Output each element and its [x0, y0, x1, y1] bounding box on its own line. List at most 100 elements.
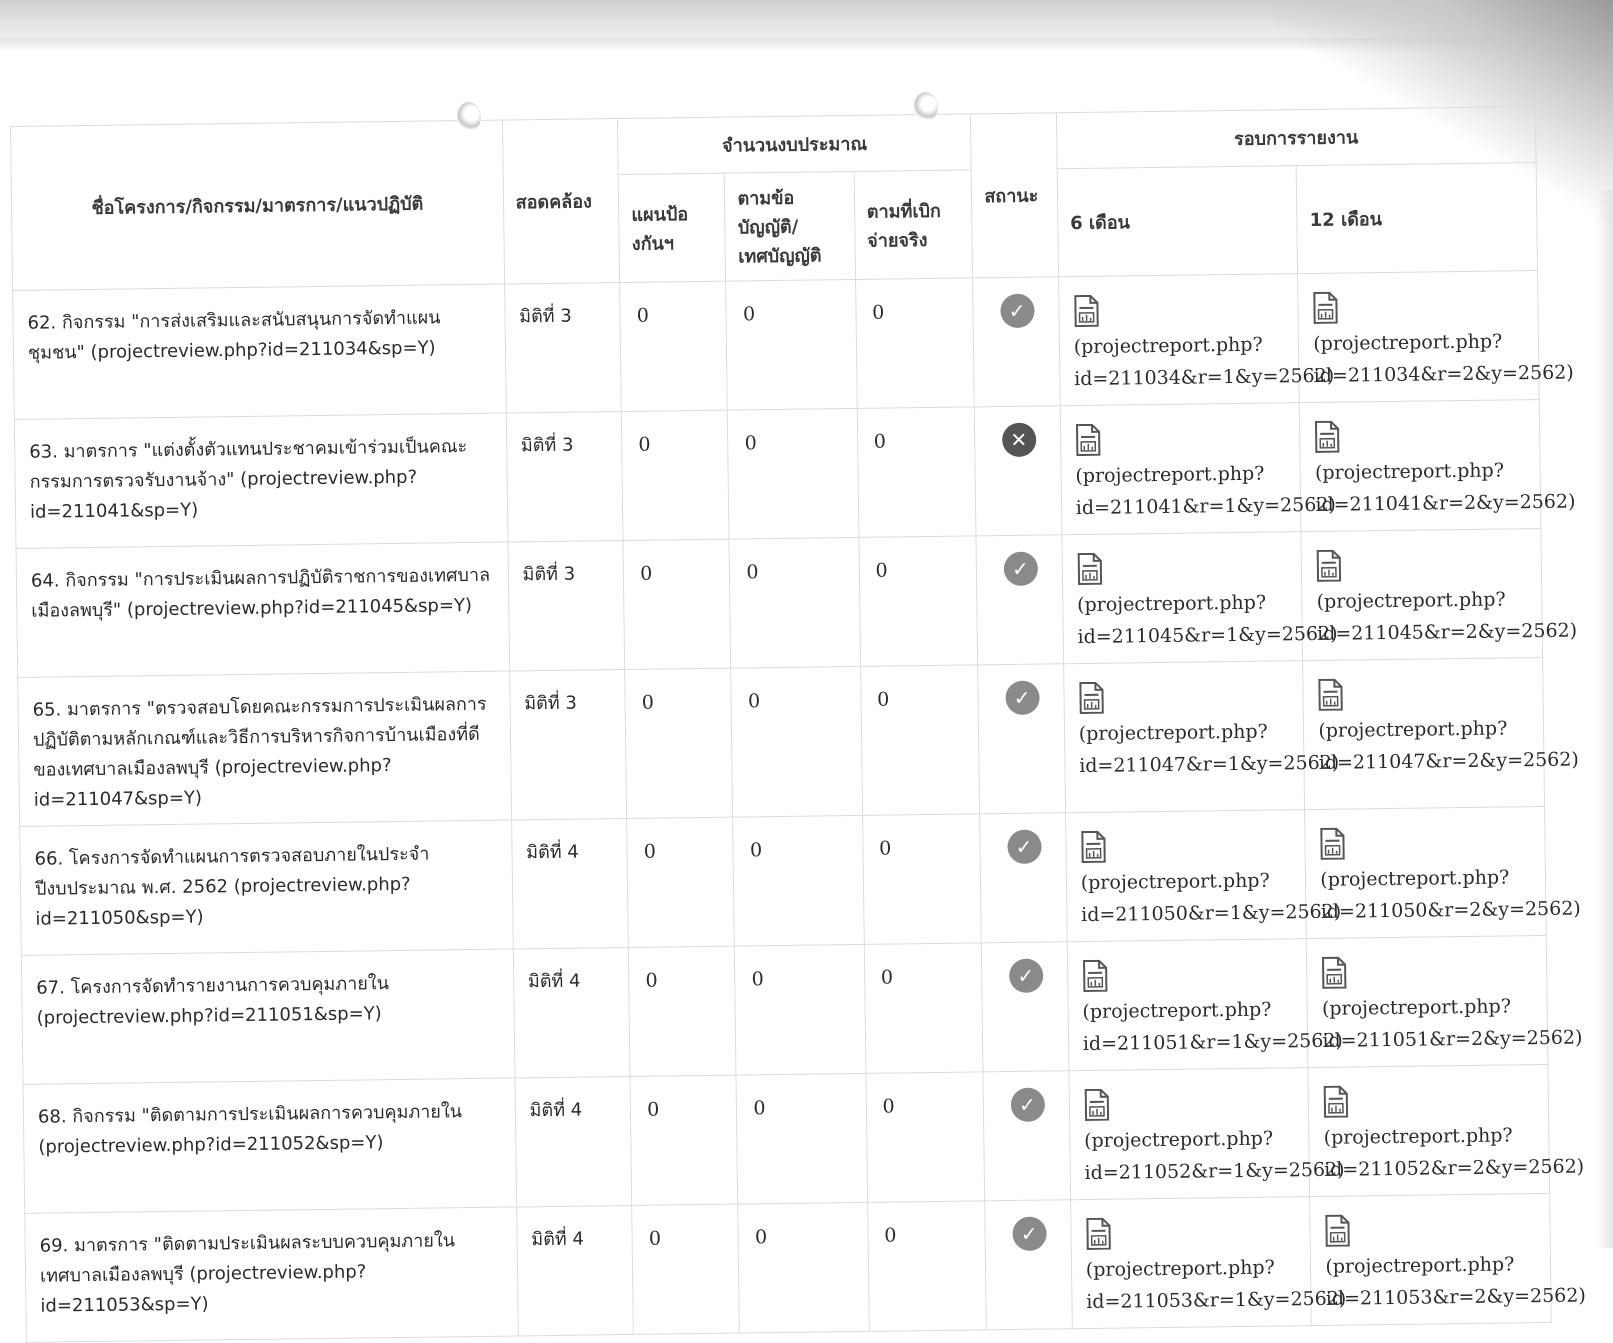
report-6-link[interactable]: (projectreport.php?id=211047&r=1&y=2562): [1079, 721, 1340, 777]
report-6-month[interactable]: (projectreport.php?id=211045&r=1&y=2562): [1062, 532, 1303, 664]
budget-plan-value: 0: [620, 281, 728, 411]
report-12-link[interactable]: (projectreport.php?id=211045&r=2&y=2562): [1317, 588, 1578, 644]
status-cell: ✓: [976, 535, 1063, 665]
budget-plan-value: 0: [632, 1204, 740, 1334]
report-6-month[interactable]: (projectreport.php?id=211052&r=1&y=2562): [1069, 1068, 1310, 1200]
report-6-link[interactable]: (projectreport.php?id=211052&r=1&y=2562): [1084, 1128, 1345, 1184]
report-12-link[interactable]: (projectreport.php?id=211051&r=2&y=2562): [1322, 995, 1583, 1051]
status-cell: ✓: [983, 1071, 1070, 1201]
document-chart-icon[interactable]: [1085, 1218, 1111, 1250]
budget-plan-value: 0: [622, 410, 730, 540]
header-name: ชื่อโครงการ/กิจกรรม/มาตรการ/แนวปฏิบัติ: [11, 120, 505, 290]
report-12-month[interactable]: (projectreport.php?id=211050&r=2&y=2562): [1305, 806, 1546, 938]
document-chart-icon[interactable]: [1313, 292, 1339, 324]
status-cell: ✓: [985, 1200, 1072, 1330]
project-title[interactable]: 63. มาตรการ "แต่งตั้งตัวแทนประชาคมเข้าร่…: [14, 413, 507, 548]
document-chart-icon[interactable]: [1073, 295, 1099, 327]
dimension: มิติที่ 3: [509, 669, 627, 820]
status-cell: ✓: [980, 813, 1067, 943]
check-circle-icon: ✓: [1007, 830, 1041, 864]
table-row: 69. มาตรการ "ติดตามประเมินผลระบบควบคุมภา…: [25, 1193, 1552, 1342]
header-report-12: 12 เดือน: [1296, 163, 1537, 274]
document-chart-icon[interactable]: [1080, 831, 1106, 863]
document-chart-icon[interactable]: [1075, 424, 1101, 456]
report-12-month[interactable]: (projectreport.php?id=211052&r=2&y=2562): [1308, 1064, 1549, 1196]
budget-actual-value: 0: [860, 665, 980, 816]
project-title[interactable]: 67. โครงการจัดทำรายงานการควบคุมภายใน (pr…: [21, 949, 514, 1084]
header-budget-plan: แผนป้องกันฯ: [618, 173, 726, 282]
table-row: 62. กิจกรรม "การส่งเสริมและสนับสนุนการจั…: [13, 271, 1540, 420]
dimension: มิติที่ 4: [515, 1076, 632, 1207]
report-12-link[interactable]: (projectreport.php?id=211034&r=2&y=2562): [1313, 330, 1574, 386]
report-12-month[interactable]: (projectreport.php?id=211053&r=2&y=2562): [1310, 1193, 1551, 1325]
report-12-link[interactable]: (projectreport.php?id=211052&r=2&y=2562): [1324, 1124, 1585, 1180]
report-6-link[interactable]: (projectreport.php?id=211053&r=1&y=2562): [1086, 1257, 1347, 1313]
report-12-link[interactable]: (projectreport.php?id=211053&r=2&y=2562): [1325, 1253, 1586, 1309]
report-6-link[interactable]: (projectreport.php?id=211034&r=1&y=2562): [1074, 334, 1335, 390]
report-12-month[interactable]: (projectreport.php?id=211034&r=2&y=2562): [1298, 271, 1539, 403]
table-row: 67. โครงการจัดทำรายงานการควบคุมภายใน (pr…: [21, 935, 1548, 1084]
document-chart-icon[interactable]: [1314, 421, 1340, 453]
budget-law-value: 0: [735, 944, 866, 1075]
budget-law-value: 0: [726, 279, 857, 410]
report-6-link[interactable]: (projectreport.php?id=211050&r=1&y=2562): [1081, 870, 1342, 926]
check-circle-icon: ✓: [1012, 1217, 1046, 1251]
document-chart-icon[interactable]: [1318, 679, 1344, 711]
document-chart-icon[interactable]: [1078, 682, 1104, 714]
project-report-table: ชื่อโครงการ/กิจกรรม/มาตรการ/แนวปฏิบัติ ส…: [10, 106, 1552, 1343]
document-chart-icon[interactable]: [1083, 1089, 1109, 1121]
budget-actual-value: 0: [855, 278, 974, 409]
report-12-month[interactable]: (projectreport.php?id=211051&r=2&y=2562): [1307, 935, 1548, 1067]
report-12-link[interactable]: (projectreport.php?id=211047&r=2&y=2562): [1318, 717, 1579, 773]
budget-law-value: 0: [731, 666, 862, 817]
document-chart-icon[interactable]: [1325, 1215, 1351, 1247]
budget-law-value: 0: [733, 815, 864, 946]
report-12-link[interactable]: (projectreport.php?id=211050&r=2&y=2562): [1320, 866, 1581, 922]
budget-plan-value: 0: [630, 1075, 738, 1205]
dimension: มิติที่ 4: [516, 1205, 633, 1336]
report-6-month[interactable]: (projectreport.php?id=211050&r=1&y=2562): [1065, 810, 1306, 942]
report-6-month[interactable]: (projectreport.php?id=211034&r=1&y=2562): [1058, 274, 1299, 406]
budget-plan-value: 0: [625, 668, 733, 818]
header-consistent: สอดคล้อง: [502, 119, 620, 284]
status-cell: ✓: [982, 942, 1069, 1072]
project-title[interactable]: 62. กิจกรรม "การส่งเสริมและสนับสนุนการจั…: [13, 284, 506, 419]
check-circle-icon: ✓: [1003, 552, 1037, 586]
report-6-month[interactable]: (projectreport.php?id=211051&r=1&y=2562): [1067, 939, 1308, 1071]
budget-actual-value: 0: [864, 943, 983, 1074]
header-report-6: 6 เดือน: [1057, 166, 1298, 277]
dimension: มิติที่ 3: [508, 541, 625, 672]
report-12-month[interactable]: (projectreport.php?id=211041&r=2&y=2562): [1300, 400, 1541, 532]
check-circle-icon: ✓: [1005, 681, 1039, 715]
report-12-month[interactable]: (projectreport.php?id=211047&r=2&y=2562): [1303, 657, 1545, 809]
header-report-group: รอบการรายงาน: [1056, 107, 1536, 169]
budget-law-value: 0: [728, 408, 859, 539]
report-6-link[interactable]: (projectreport.php?id=211051&r=1&y=2562): [1082, 999, 1343, 1055]
dimension: มิติที่ 4: [513, 947, 630, 1078]
table-row: 65. มาตรการ "ตรวจสอบโดยคณะกรรมการประเมิน…: [18, 657, 1545, 826]
report-6-link[interactable]: (projectreport.php?id=211045&r=1&y=2562): [1077, 592, 1338, 648]
budget-law-value: 0: [738, 1202, 869, 1333]
table-row: 68. กิจกรรม "ติดตามการประเมินผลการควบคุม…: [23, 1064, 1550, 1213]
report-12-link[interactable]: (projectreport.php?id=211041&r=2&y=2562): [1315, 459, 1576, 515]
document-chart-icon[interactable]: [1076, 553, 1102, 585]
budget-law-value: 0: [729, 537, 860, 668]
project-title[interactable]: 69. มาตรการ "ติดตามประเมินผลระบบควบคุมภา…: [25, 1207, 518, 1342]
report-6-link[interactable]: (projectreport.php?id=211041&r=1&y=2562): [1075, 463, 1336, 519]
document-chart-icon[interactable]: [1320, 828, 1346, 860]
document-chart-icon[interactable]: [1321, 957, 1347, 989]
document-chart-icon[interactable]: [1323, 1086, 1349, 1118]
document-chart-icon[interactable]: [1316, 550, 1342, 582]
report-6-month[interactable]: (projectreport.php?id=211053&r=1&y=2562): [1070, 1197, 1311, 1329]
page-right-edge: [1595, 190, 1613, 1248]
budget-plan-value: 0: [623, 539, 731, 669]
report-12-month[interactable]: (projectreport.php?id=211045&r=2&y=2562): [1301, 528, 1542, 660]
project-title[interactable]: 64. กิจกรรม "การประเมินผลการปฏิบัติราชกา…: [16, 542, 509, 677]
budget-actual-value: 0: [862, 814, 981, 945]
report-6-month[interactable]: (projectreport.php?id=211041&r=1&y=2562): [1060, 403, 1301, 535]
project-title[interactable]: 65. มาตรการ "ตรวจสอบโดยคณะกรรมการประเมิน…: [18, 671, 512, 826]
document-chart-icon[interactable]: [1082, 960, 1108, 992]
project-title[interactable]: 66. โครงการจัดทำแผนการตรวจสอบภายในประจำป…: [20, 820, 513, 955]
project-title[interactable]: 68. กิจกรรม "ติดตามการประเมินผลการควบคุม…: [23, 1078, 516, 1213]
report-6-month[interactable]: (projectreport.php?id=211047&r=1&y=2562): [1063, 661, 1305, 813]
